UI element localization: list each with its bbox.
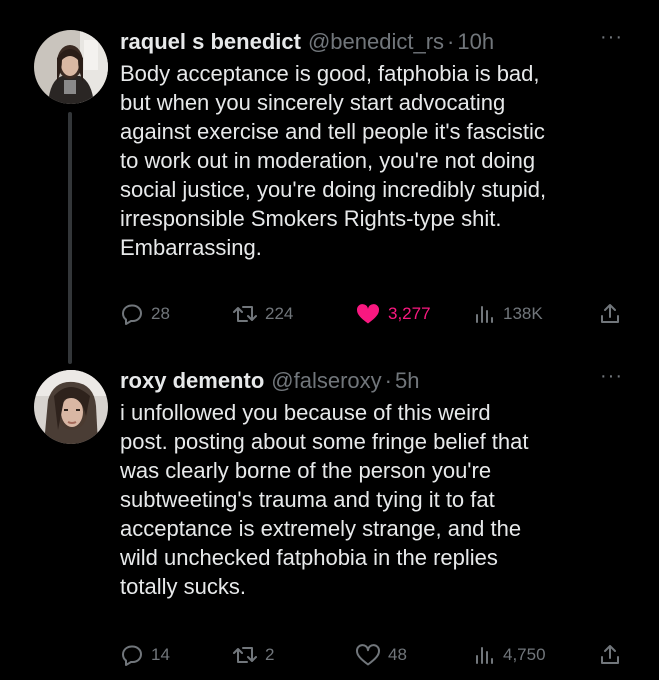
share-button[interactable] bbox=[598, 299, 622, 329]
repost-button[interactable]: 224 bbox=[232, 299, 293, 329]
share-icon bbox=[601, 645, 619, 664]
timestamp[interactable]: 10h bbox=[457, 28, 494, 56]
share-icon bbox=[601, 304, 619, 323]
timestamp[interactable]: 5h bbox=[395, 367, 419, 395]
author-handle[interactable]: @benedict_rs bbox=[308, 28, 444, 56]
thread-connector-line bbox=[68, 112, 72, 364]
repost-icon bbox=[233, 647, 257, 663]
repost-icon bbox=[233, 306, 257, 322]
tweet-text: Body acceptance is good, fatphobia is ba… bbox=[120, 61, 547, 260]
view-count: 138K bbox=[503, 304, 543, 323]
avatar[interactable] bbox=[34, 370, 108, 444]
views-button[interactable]: 4,750 bbox=[472, 640, 546, 670]
more-options-icon[interactable]: ··· bbox=[600, 27, 623, 47]
avatar[interactable] bbox=[34, 30, 108, 104]
reply-icon bbox=[122, 304, 142, 325]
like-count: 3,277 bbox=[388, 304, 431, 323]
like-button[interactable]: 48 bbox=[355, 640, 407, 670]
reply-button[interactable]: 28 bbox=[120, 299, 170, 329]
tweet-text: i unfollowed you because of this weird p… bbox=[120, 400, 529, 599]
like-icon bbox=[356, 304, 380, 324]
like-button[interactable]: 3,277 bbox=[355, 299, 431, 329]
tweet-1-action-bar: 28 224 3,277 138K bbox=[120, 299, 635, 329]
views-icon bbox=[476, 306, 493, 323]
reply-count: 28 bbox=[151, 304, 170, 323]
reply-button[interactable]: 14 bbox=[120, 640, 170, 670]
reply-count: 14 bbox=[151, 645, 170, 664]
tweet-header: raquel s benedict @benedict_rs · 10h bbox=[120, 28, 637, 56]
author-name[interactable]: roxy demento bbox=[120, 367, 264, 395]
tweet-2-action-bar: 14 2 48 4,750 bbox=[120, 640, 635, 670]
author-name[interactable]: raquel s benedict bbox=[120, 28, 301, 56]
tweet-header: roxy demento @falseroxy · 5h bbox=[120, 367, 637, 395]
repost-count: 2 bbox=[265, 645, 275, 664]
views-icon bbox=[476, 647, 493, 664]
repost-button[interactable]: 2 bbox=[232, 640, 274, 670]
view-count: 4,750 bbox=[503, 645, 546, 664]
like-icon bbox=[356, 644, 380, 666]
author-handle[interactable]: @falseroxy bbox=[271, 367, 381, 395]
separator-dot: · bbox=[447, 29, 455, 54]
reply-icon bbox=[122, 645, 142, 666]
separator-dot: · bbox=[384, 368, 392, 393]
share-button[interactable] bbox=[598, 640, 622, 670]
like-count: 48 bbox=[388, 645, 407, 664]
repost-count: 224 bbox=[265, 304, 294, 323]
more-options-icon[interactable]: ··· bbox=[600, 366, 623, 386]
views-button[interactable]: 138K bbox=[472, 299, 543, 329]
